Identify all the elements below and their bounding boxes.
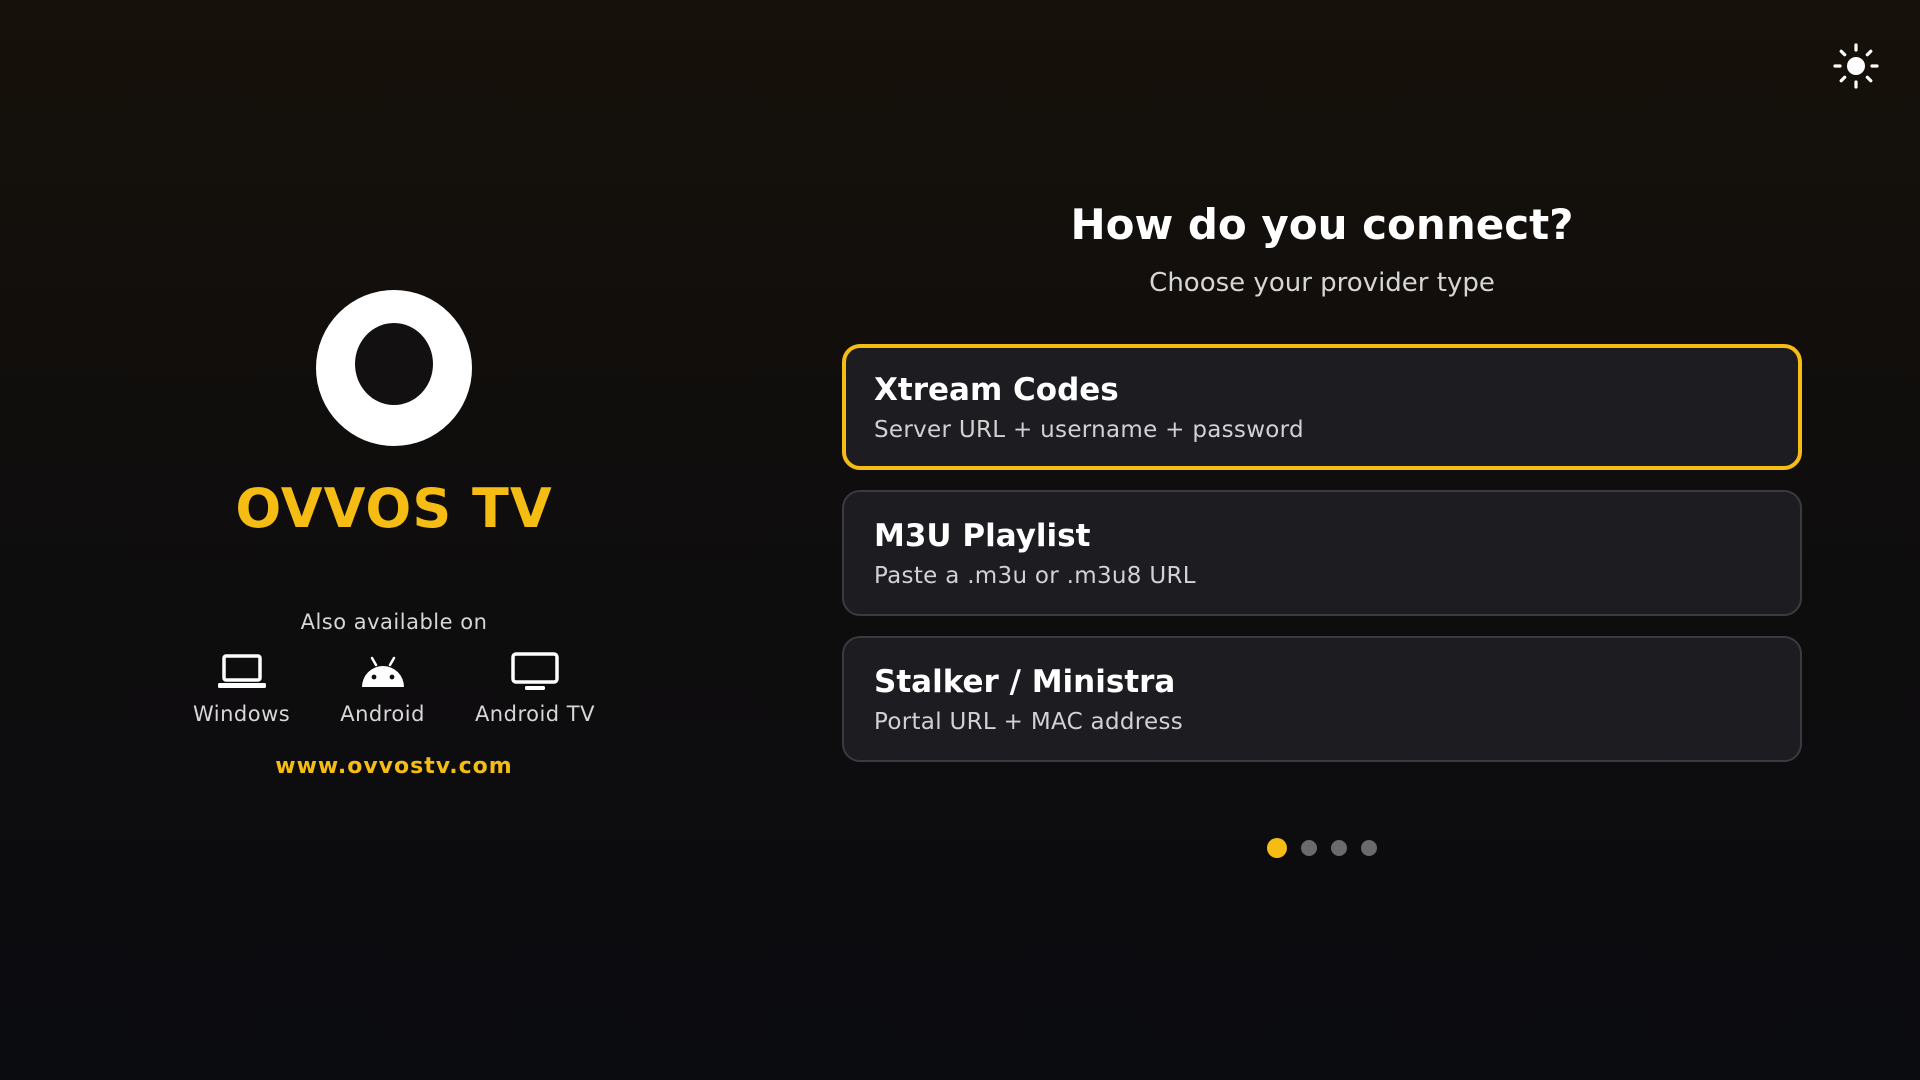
app-name: OVVOS TV <box>235 477 553 540</box>
logo-icon <box>316 290 472 446</box>
android-icon <box>361 656 404 687</box>
step-dot <box>1361 839 1377 856</box>
step-dot <box>1331 839 1347 856</box>
step-dot-active <box>1267 837 1287 858</box>
step-dot <box>1301 839 1317 856</box>
laptop-icon <box>217 654 266 688</box>
page-title: How do you connect? <box>1070 200 1574 249</box>
provider-option-stalker-ministra[interactable]: Stalker / Ministra Portal URL + MAC addr… <box>842 635 1802 762</box>
option-title: M3U Playlist <box>874 517 1091 554</box>
platform-android-tv: Android TV <box>475 652 595 726</box>
provider-setup-panel: How do you connect? Choose your provider… <box>842 200 1802 858</box>
website-link[interactable]: www.ovvostv.com <box>275 754 512 779</box>
provider-options: Xtream Codes Server URL + username + pas… <box>842 343 1802 762</box>
platform-label: Android <box>340 702 425 726</box>
option-description: Server URL + username + password <box>874 416 1304 443</box>
option-title: Xtream Codes <box>874 371 1119 408</box>
platform-list: Windows Android Android TV <box>193 652 595 726</box>
sun-icon <box>1833 43 1879 89</box>
platform-android: Android <box>340 652 425 726</box>
brand-panel: OVVOS TV Also available on Windows Andro… <box>144 290 644 779</box>
option-title: Stalker / Ministra <box>874 663 1176 700</box>
page-subtitle: Choose your provider type <box>1149 268 1495 299</box>
platform-windows: Windows <box>193 652 290 726</box>
platform-label: Android TV <box>474 702 595 726</box>
platform-label: Windows <box>192 702 291 726</box>
tv-icon <box>511 652 559 690</box>
option-description: Paste a .m3u or .m3u8 URL <box>874 562 1196 589</box>
provider-option-m3u-playlist[interactable]: M3U Playlist Paste a .m3u or .m3u8 URL <box>842 489 1802 616</box>
provider-option-xtream-codes[interactable]: Xtream Codes Server URL + username + pas… <box>842 343 1802 470</box>
also-available-label: Also available on <box>300 610 488 634</box>
step-indicator <box>1267 837 1377 858</box>
option-description: Portal URL + MAC address <box>874 708 1184 735</box>
theme-toggle-button[interactable] <box>1828 38 1884 94</box>
